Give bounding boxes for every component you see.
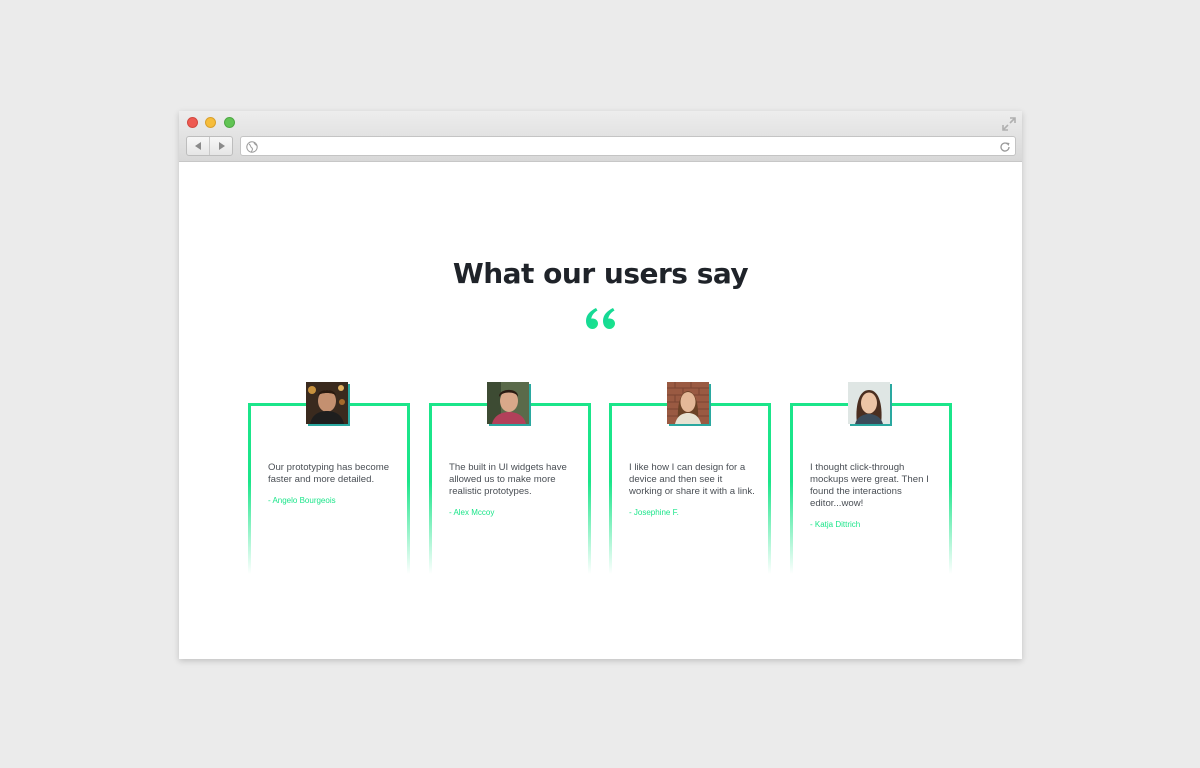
testimonial-quote: I thought click-through mockups were gre… [810, 462, 929, 509]
minimize-window-button[interactable] [205, 117, 216, 128]
back-button[interactable] [187, 137, 209, 155]
reload-icon[interactable] [999, 140, 1011, 152]
testimonial-text: Our prototyping has become faster and mo… [268, 462, 394, 507]
testimonial-quote: I like how I can design for a device and… [629, 462, 755, 497]
testimonial-author: - Katja Dittrich [810, 520, 861, 529]
globe-icon [246, 140, 258, 153]
testimonial-card: Our prototyping has become faster and mo… [248, 382, 410, 574]
testimonial-quote: Our prototyping has become faster and mo… [268, 462, 390, 485]
testimonial-text: I like how I can design for a device and… [629, 462, 755, 519]
testimonial-quote: The built in UI widgets have allowed us … [449, 462, 567, 497]
zoom-window-button[interactable] [224, 117, 235, 128]
nav-buttons [186, 136, 233, 156]
testimonial-card: I thought click-through mockups were gre… [790, 382, 952, 574]
avatar [487, 382, 529, 424]
fullscreen-icon[interactable] [1002, 117, 1016, 131]
testimonial-author: - Angelo Bourgeois [268, 496, 336, 505]
close-window-button[interactable] [187, 117, 198, 128]
testimonial-card: The built in UI widgets have allowed us … [429, 382, 591, 574]
testimonial-text: The built in UI widgets have allowed us … [449, 462, 575, 519]
section-title: What our users say [452, 257, 749, 290]
testimonial-author: - Josephine F. [629, 508, 679, 517]
browser-window: What our users say Our prototyping has b… [179, 111, 1022, 659]
avatar [848, 382, 890, 424]
quote-icon [584, 306, 618, 332]
browser-toolbar [179, 111, 1022, 162]
testimonial-card: I like how I can design for a device and… [609, 382, 771, 574]
address-bar[interactable] [240, 136, 1016, 156]
avatar [667, 382, 709, 424]
testimonial-text: I thought click-through mockups were gre… [810, 462, 936, 531]
testimonial-author: - Alex Mccoy [449, 508, 495, 517]
avatar [306, 382, 348, 424]
forward-button[interactable] [209, 137, 232, 155]
